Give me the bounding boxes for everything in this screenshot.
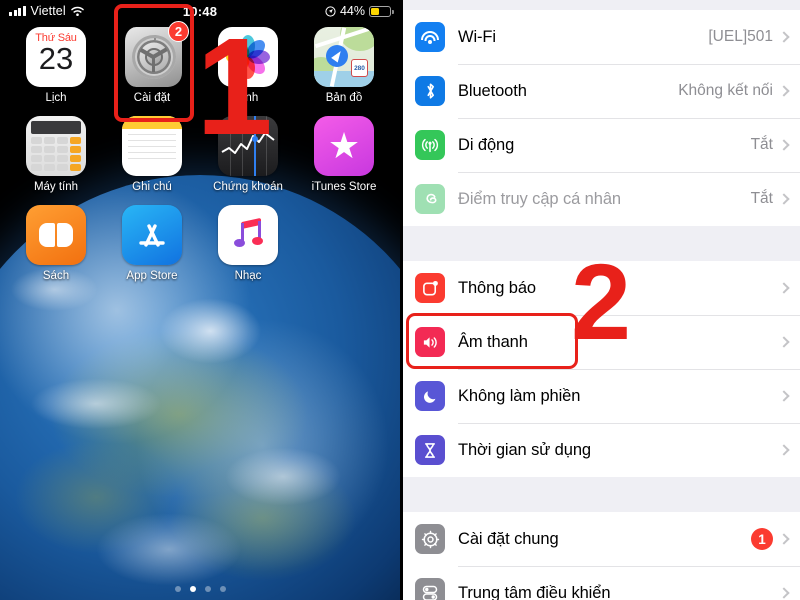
app-label: Sách xyxy=(42,270,70,282)
settings-top-gap xyxy=(403,0,800,10)
settings-row-bluetooth[interactable]: Bluetooth Không kết nối xyxy=(403,64,800,118)
settings-row-general[interactable]: Cài đặt chung 1 xyxy=(403,512,800,566)
page-dot-active[interactable] xyxy=(189,586,196,592)
settings-row-personal-hotspot[interactable]: Điểm truy cập cá nhân Tắt xyxy=(403,172,800,226)
chevron-right-icon xyxy=(778,139,790,151)
app-icon-nhac[interactable]: Nhạc xyxy=(200,205,296,282)
app-label: iTunes Store xyxy=(311,181,377,193)
app-label: Chứng khoán xyxy=(213,181,283,193)
app-icon-lich[interactable]: Thứ Sáu 23 Lịch xyxy=(8,27,104,104)
row-badge-count: 1 xyxy=(751,528,773,550)
row-detail-value: [UEL]501 xyxy=(708,28,773,45)
app-icon-itunes-store[interactable]: ★ iTunes Store xyxy=(296,116,392,193)
chevron-right-icon xyxy=(778,444,790,456)
app-label: Cài đặt xyxy=(133,92,171,104)
settings-row-wifi[interactable]: Wi-Fi [UEL]501 xyxy=(403,10,800,64)
row-label: Không làm phiền xyxy=(458,386,581,405)
chevron-right-icon xyxy=(778,336,790,348)
cellular-icon xyxy=(415,130,445,160)
app-label: App Store xyxy=(126,270,178,282)
tutorial-screenshot: Viettel 10:48 44% Thứ Sáu 23 Lịch 2 Cài … xyxy=(0,0,800,600)
row-label: Trung tâm điều khiển xyxy=(458,583,611,600)
app-icon-sach[interactable]: Sách xyxy=(8,205,104,282)
page-dot[interactable] xyxy=(219,586,226,592)
chevron-right-icon xyxy=(778,282,790,294)
bluetooth-icon xyxy=(415,76,445,106)
chevron-right-icon xyxy=(778,533,790,545)
app-label: Lịch xyxy=(45,92,67,104)
row-detail-value: Tắt xyxy=(750,190,773,207)
moon-do-not-disturb-icon xyxy=(415,381,445,411)
app-icon-ban-do[interactable]: 280 Bản đồ xyxy=(296,27,392,104)
maps-route-shield: 280 xyxy=(351,59,368,77)
chevron-right-icon xyxy=(778,31,790,43)
location-arrow-icon xyxy=(325,5,336,17)
row-label: Thông báo xyxy=(458,278,536,297)
app-label: Nhạc xyxy=(234,270,262,282)
control-center-icon xyxy=(415,578,445,600)
row-label: Điểm truy cập cá nhân xyxy=(458,189,621,208)
app-badge-count: 2 xyxy=(168,21,189,42)
row-label: Di động xyxy=(458,135,515,154)
settings-row-control-center[interactable]: Trung tâm điều khiển xyxy=(403,566,800,600)
row-label: Bluetooth xyxy=(458,81,527,100)
app-icon-ghi-chu[interactable]: Ghi chú xyxy=(104,116,200,193)
app-icon-may-tinh[interactable]: Máy tính xyxy=(8,116,104,193)
settings-group-connectivity: Wi-Fi [UEL]501 Bluetooth Không kết nối D… xyxy=(403,10,800,226)
wifi-icon xyxy=(415,22,445,52)
app-label: Ghi chú xyxy=(132,181,172,193)
app-icon-cai-dat[interactable]: 2 Cài đặt xyxy=(104,21,200,104)
itunes-store-icon: ★ xyxy=(314,116,374,176)
app-label: Máy tính xyxy=(33,181,79,193)
chevron-right-icon xyxy=(778,193,790,205)
page-indicator-dots[interactable] xyxy=(0,586,400,592)
app-label: Bản đồ xyxy=(325,92,363,104)
personal-hotspot-icon xyxy=(415,184,445,214)
maps-icon: 280 xyxy=(314,27,374,87)
battery-percent-label: 44% xyxy=(339,4,365,18)
settings-row-screen-time[interactable]: Thời gian sử dụng xyxy=(403,423,800,477)
calendar-icon: Thứ Sáu 23 xyxy=(26,27,86,87)
notes-icon xyxy=(122,116,182,176)
hourglass-screen-time-icon xyxy=(415,435,445,465)
chevron-right-icon xyxy=(778,587,790,599)
settings-app-screen: Wi-Fi [UEL]501 Bluetooth Không kết nối D… xyxy=(400,0,800,600)
row-label: Wi-Fi xyxy=(458,27,496,46)
row-detail-value: Không kết nối xyxy=(678,82,773,99)
page-dot[interactable] xyxy=(204,586,211,592)
calculator-icon xyxy=(26,116,86,176)
settings-row-cellular[interactable]: Di động Tắt xyxy=(403,118,800,172)
row-label: Thời gian sử dụng xyxy=(458,440,591,459)
page-dot[interactable] xyxy=(174,586,181,592)
annotation-step-2: 2 xyxy=(571,241,632,362)
settings-row-do-not-disturb[interactable]: Không làm phiền xyxy=(403,369,800,423)
notifications-icon xyxy=(415,273,445,303)
settings-group-general: Cài đặt chung 1 Trung tâm điều khiển xyxy=(403,512,800,600)
annotation-step-1: 1 xyxy=(196,10,273,164)
sound-speaker-icon xyxy=(415,327,445,357)
chevron-right-icon xyxy=(778,390,790,402)
settings-group-divider xyxy=(403,477,800,512)
calendar-day: 23 xyxy=(38,41,74,76)
row-detail-value: Tắt xyxy=(750,136,773,153)
general-gear-icon xyxy=(415,524,445,554)
row-label: Âm thanh xyxy=(458,332,528,351)
iphone-home-screen: Viettel 10:48 44% Thứ Sáu 23 Lịch 2 Cài … xyxy=(0,0,400,600)
app-store-icon xyxy=(122,205,182,265)
maps-compass-icon xyxy=(326,45,348,67)
row-label: Cài đặt chung xyxy=(458,529,559,548)
music-icon xyxy=(218,205,278,265)
chevron-right-icon xyxy=(778,85,790,97)
books-icon xyxy=(26,205,86,265)
app-icon-app-store[interactable]: App Store xyxy=(104,205,200,282)
battery-low-power-icon xyxy=(369,5,394,17)
